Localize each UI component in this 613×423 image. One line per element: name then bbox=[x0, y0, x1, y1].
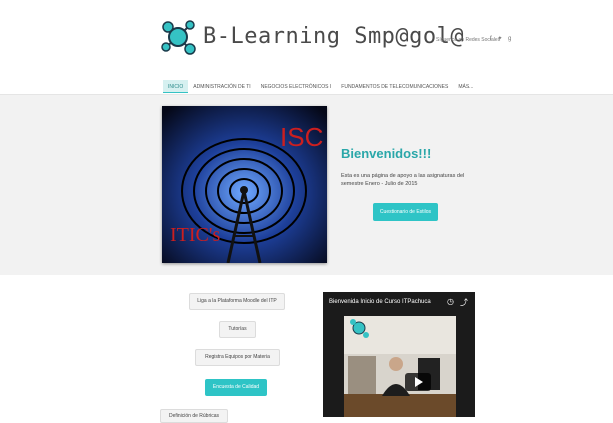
tutorias-button[interactable]: Tutorías bbox=[219, 321, 256, 338]
nav-item-administracion[interactable]: ADMINISTRACIÓN DE TI bbox=[188, 80, 255, 93]
partial-link-button[interactable]: Definición de Rúbricas bbox=[160, 409, 228, 423]
site-title[interactable]: B-Learning Smp@gol@ bbox=[203, 24, 464, 49]
moodle-link-button[interactable]: Liga a la Plataforma Moodle del ITP bbox=[189, 293, 285, 310]
video-thumbnail[interactable] bbox=[344, 316, 456, 417]
nav-item-fundamentos[interactable]: FUNDAMENTOS DE TELECOMUNICACIONES bbox=[336, 80, 453, 93]
play-button-icon[interactable] bbox=[405, 373, 431, 391]
encuesta-calidad-button[interactable]: Encuesta de Calidad bbox=[205, 379, 267, 396]
hero-title: Bienvenidos!!! bbox=[341, 146, 432, 161]
nav-item-inicio[interactable]: INICIO bbox=[163, 80, 189, 93]
nav-item-mas[interactable]: MÁS... bbox=[453, 80, 478, 93]
hero-image-label-isc: ISC bbox=[280, 122, 323, 152]
cuestionario-button[interactable]: Cuestionario de Estilos bbox=[373, 203, 438, 221]
video-title[interactable]: Bienvenida Inicio de Curso ITPachuca bbox=[329, 299, 431, 305]
registro-equipos-button[interactable]: Registra Equipos por Materia bbox=[195, 349, 280, 366]
social-icons: f ✦ g bbox=[490, 35, 515, 42]
molecule-logo-icon[interactable] bbox=[160, 17, 198, 57]
facebook-icon[interactable]: f bbox=[490, 36, 492, 42]
main-nav: INICIO ADMINISTRACIÓN DE TI NEGOCIOS ELE… bbox=[163, 80, 478, 93]
googleplus-icon[interactable]: g bbox=[508, 36, 511, 42]
twitter-icon[interactable]: ✦ bbox=[497, 36, 502, 42]
hero-description: Esta es una página de apoyo a las asigna… bbox=[341, 173, 465, 187]
nav-item-negocios[interactable]: NEGOCIOS ELECTRÓNICOS I bbox=[256, 80, 337, 93]
site-header: B-Learning Smp@gol@ Síguenos en Redes So… bbox=[0, 0, 613, 94]
hero-image-label-itics: ITIC's bbox=[170, 224, 220, 246]
clock-icon[interactable]: ◷ bbox=[447, 297, 454, 306]
hero-antenna-image: ISC ITIC's bbox=[162, 106, 327, 263]
hero-section: ISC ITIC's Bienvenidos!!! Esta es una pá… bbox=[0, 94, 613, 276]
links-section bbox=[0, 275, 613, 417]
video-embed[interactable]: Bienvenida Inicio de Curso ITPachuca ◷ ⤴ bbox=[323, 292, 475, 417]
share-icon[interactable]: ⤴ bbox=[460, 297, 468, 308]
